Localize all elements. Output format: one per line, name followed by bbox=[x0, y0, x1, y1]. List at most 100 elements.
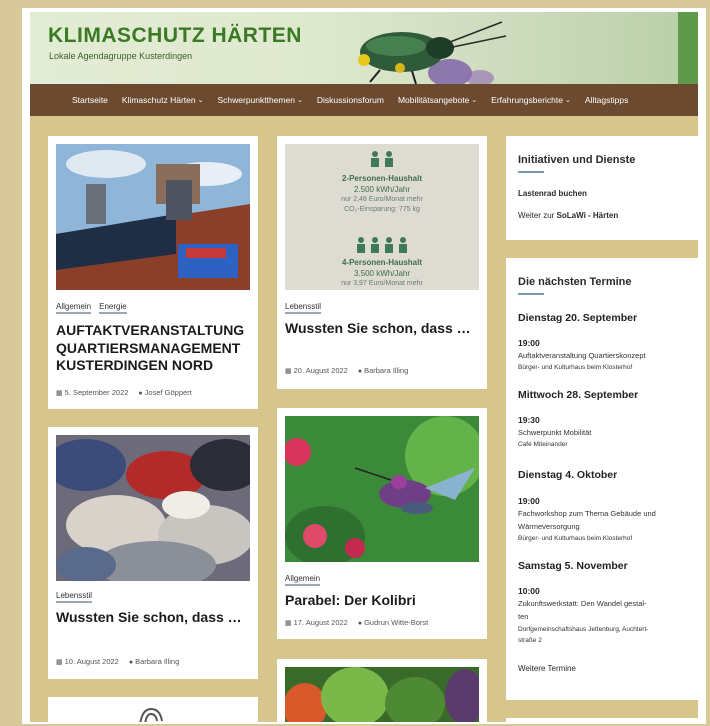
post-author[interactable]: Gudrun Witte-Borst bbox=[364, 618, 428, 627]
event-title[interactable]: Auftaktveranstaltung Quartierskonzept bbox=[518, 351, 646, 360]
post-image-clothes[interactable] bbox=[56, 435, 250, 581]
event-title[interactable]: Fachworkshop zum Thema Gebäude und bbox=[518, 509, 656, 518]
user-icon: ● bbox=[357, 368, 363, 375]
post-image-energy-info[interactable]: 2-Personen-Haushalt 2.500 kWh/Jahr nur 2… bbox=[285, 144, 479, 290]
post-categories: Allgemein bbox=[285, 574, 321, 586]
post-title[interactable]: Wussten Sie schon, dass … bbox=[285, 320, 479, 338]
info-value: 3.500 kWh/Jahr bbox=[353, 269, 411, 278]
site-header: KLIMASCHUTZ HÄRTEN Lokale Agendagruppe K… bbox=[30, 12, 698, 84]
post-card: 2-Personen-Haushalt 2.500 kWh/Jahr nur 2… bbox=[277, 136, 487, 389]
event-day: Mittwoch 28. September bbox=[518, 389, 639, 401]
post-categories: Allgemein Energie bbox=[56, 302, 127, 314]
category-tag[interactable]: Lebensstil bbox=[56, 591, 93, 603]
post-categories: Lebensstil bbox=[56, 591, 93, 603]
nav-item-erfahrungsberichte[interactable]: Erfahrungsberichte ⌄ bbox=[491, 95, 571, 105]
event-location: Bürger- und Kulturhaus beim Klosterhof bbox=[518, 364, 633, 371]
post-title[interactable]: Wussten Sie schon, dass … bbox=[56, 609, 250, 627]
widget-events: Die nächsten Termine Dienstag 20. Septem… bbox=[506, 258, 698, 700]
heading-underline bbox=[518, 293, 544, 295]
calendar-icon: ▦ bbox=[285, 620, 292, 627]
post-image-hummingbird[interactable] bbox=[285, 416, 479, 562]
event-time: 19:00 bbox=[518, 338, 540, 348]
post-title[interactable]: Parabel: Der Kolibri bbox=[285, 592, 479, 610]
event-title-cont[interactable]: Wärmeversorgung bbox=[518, 522, 580, 531]
user-icon: ● bbox=[357, 620, 363, 627]
post-card-partial bbox=[48, 697, 258, 722]
post-image-solar-roof[interactable] bbox=[56, 144, 250, 290]
link-solawi[interactable]: Weiter zur SoLaWi - Härten bbox=[518, 211, 618, 220]
event-location: Bürger- und Kulturhaus beim Klosterhof bbox=[518, 535, 633, 542]
post-author[interactable]: Barbara Illing bbox=[364, 366, 408, 375]
nav-item-klimaschutz-haerten[interactable]: Klimaschutz Härten ⌄ bbox=[122, 95, 204, 105]
info-title: 4-Personen-Haushalt bbox=[341, 258, 423, 267]
logo-icon bbox=[139, 707, 163, 722]
nav-item-diskussionsforum[interactable]: Diskussionsforum bbox=[317, 95, 384, 105]
post-card: Allgemein Energie AUFTAKTVERANSTALTUNG Q… bbox=[48, 136, 258, 409]
category-tag[interactable]: Energie bbox=[99, 302, 127, 314]
widget-heading: Die nächsten Termine bbox=[518, 276, 632, 288]
category-tag[interactable]: Allgemein bbox=[56, 302, 92, 314]
category-tag[interactable]: Lebensstil bbox=[285, 302, 322, 314]
event-location-cont: straße 2 bbox=[518, 637, 542, 644]
event-day: Dienstag 4. Oktober bbox=[518, 469, 618, 481]
info-value: nur 3,97 Euro/Monat mehr bbox=[341, 280, 423, 287]
chevron-down-icon: ⌄ bbox=[471, 97, 478, 104]
link-lastenrad[interactable]: Lastenrad buchen bbox=[518, 189, 587, 198]
post-categories: Lebensstil bbox=[285, 302, 322, 314]
event-time: 19:00 bbox=[518, 496, 540, 506]
widget-initiatives: Initiativen und Dienste Lastenrad buchen… bbox=[506, 136, 698, 240]
post-meta: ▦ 20. August 2022 ● Barbara Illing bbox=[285, 366, 408, 375]
post-date[interactable]: 20. August 2022 bbox=[294, 366, 348, 375]
browser-frame: KLIMASCHUTZ HÄRTEN Lokale Agendagruppe K… bbox=[22, 8, 706, 724]
event-title[interactable]: Schwerpunkt Mobilität bbox=[518, 428, 591, 437]
event-location: Dorfgemeinschaftshaus Jettenburg, Auchte… bbox=[518, 626, 649, 633]
more-events-link[interactable]: Weitere Termine bbox=[518, 664, 576, 673]
post-date[interactable]: 5. September 2022 bbox=[65, 388, 129, 397]
post-image-vegetables[interactable] bbox=[285, 667, 479, 722]
event-location: Café Miteinander bbox=[518, 441, 568, 448]
category-tag[interactable]: Allgemein bbox=[285, 574, 321, 586]
info-value: nur 2,48 Euro/Monat mehr bbox=[341, 196, 423, 203]
calendar-icon: ▦ bbox=[285, 368, 292, 375]
nav-item-schwerpunktthemen[interactable]: Schwerpunktthemen ⌄ bbox=[217, 95, 302, 105]
site: KLIMASCHUTZ HÄRTEN Lokale Agendagruppe K… bbox=[30, 12, 698, 722]
post-meta: ▦ 5. September 2022 ● Josef Göppert bbox=[56, 388, 192, 397]
beetle-header-image bbox=[358, 21, 507, 84]
chevron-down-icon: ⌄ bbox=[565, 97, 571, 104]
site-title[interactable]: KLIMASCHUTZ HÄRTEN bbox=[48, 24, 302, 48]
event-time: 10:00 bbox=[518, 586, 540, 596]
nav-item-mobilitaetsangebote[interactable]: Mobilitätsangebote ⌄ bbox=[398, 95, 477, 105]
user-icon: ● bbox=[138, 390, 143, 397]
post-author[interactable]: Josef Göppert bbox=[145, 388, 192, 397]
event-title[interactable]: Zukunftswerkstatt: Den Wandel gestal- bbox=[518, 599, 647, 608]
event-day: Dienstag 20. September bbox=[518, 312, 638, 324]
header-accent-bar bbox=[678, 12, 698, 84]
heading-underline bbox=[518, 171, 544, 173]
post-date[interactable]: 17. August 2022 bbox=[294, 618, 348, 627]
info-title: 2-Personen-Haushalt bbox=[341, 174, 423, 183]
nav-item-startseite[interactable]: Startseite bbox=[72, 95, 108, 105]
nav-item-alltagstipps[interactable]: Alltagstipps bbox=[585, 95, 628, 105]
event-time: 19:30 bbox=[518, 415, 540, 425]
info-value: 2.500 kWh/Jahr bbox=[353, 185, 411, 194]
post-card: Lebensstil Wussten Sie schon, dass … ▦ 10… bbox=[48, 427, 258, 679]
post-card-partial bbox=[277, 659, 487, 722]
info-value: CO₂-Einsparung: 775 kg bbox=[344, 206, 420, 213]
post-card: Allgemein Parabel: Der Kolibri ▦ 17. Augu… bbox=[277, 408, 487, 639]
calendar-icon: ▦ bbox=[56, 390, 63, 397]
calendar-icon: ▦ bbox=[56, 659, 63, 666]
event-title-cont[interactable]: ten bbox=[518, 612, 528, 621]
widget-heading: Initiativen und Dienste bbox=[518, 154, 636, 166]
post-meta: ▦ 10. August 2022 ● Barbara Illing bbox=[56, 657, 179, 666]
chevron-down-icon: ⌄ bbox=[197, 97, 204, 104]
event-day: Samstag 5. November bbox=[518, 560, 628, 572]
post-title[interactable]: AUFTAKTVERANSTALTUNG QUARTIERSMANAGEMENT… bbox=[56, 322, 250, 375]
post-author[interactable]: Barbara Illing bbox=[135, 657, 179, 666]
chevron-down-icon: ⌄ bbox=[296, 97, 303, 104]
site-subtitle: Lokale Agendagruppe Kusterdingen bbox=[49, 51, 193, 61]
user-icon: ● bbox=[128, 659, 134, 666]
post-meta: ▦ 17. August 2022 ● Gudrun Witte-Borst bbox=[285, 618, 428, 627]
post-date[interactable]: 10. August 2022 bbox=[65, 657, 119, 666]
main-nav: Startseite Klimaschutz Härten ⌄ Schwerpun… bbox=[30, 84, 698, 116]
widget-partial bbox=[506, 718, 698, 722]
